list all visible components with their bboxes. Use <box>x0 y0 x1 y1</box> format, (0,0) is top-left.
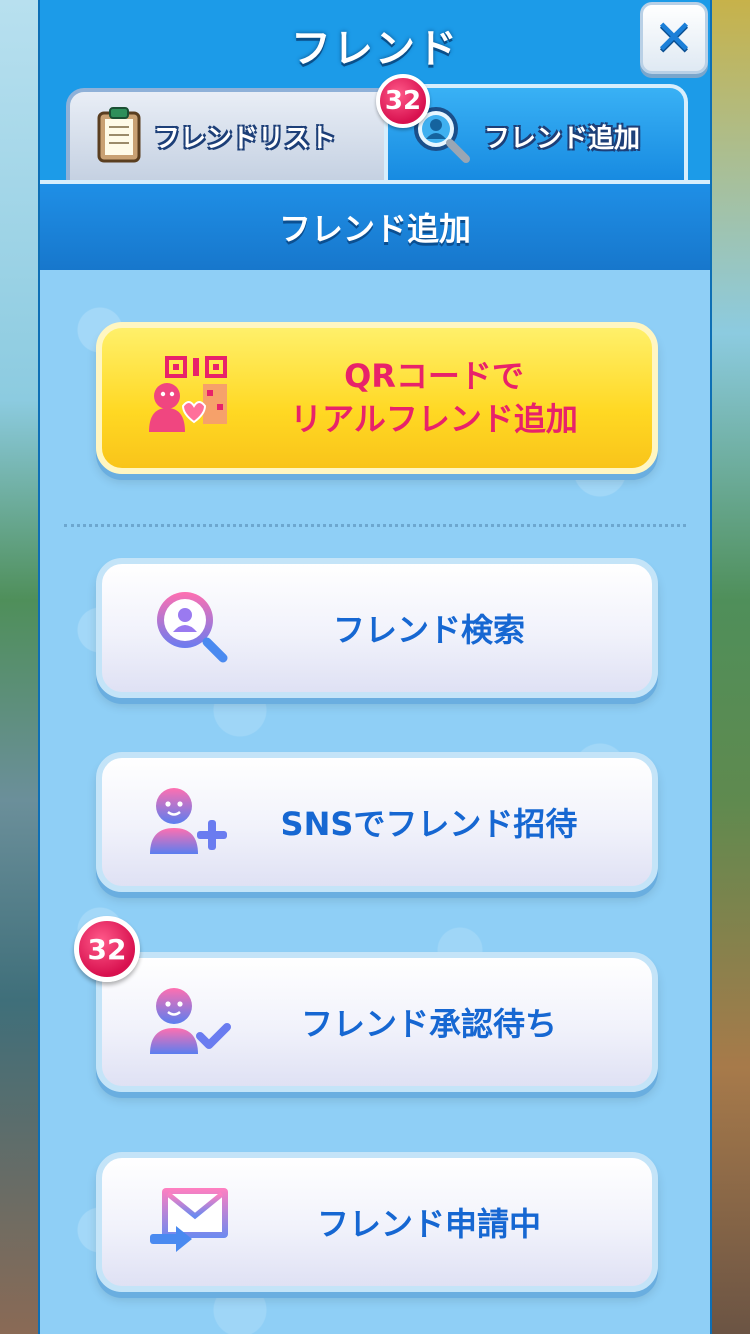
pending-icon-wrap <box>136 958 246 1086</box>
tab-friend-list-label: フレンドリスト <box>154 123 337 154</box>
pending-approval-label: フレンド承認待ち <box>300 1005 557 1043</box>
mail-send-icon <box>148 1184 234 1260</box>
sns-invite-button[interactable]: SNSでフレンド招待 <box>96 752 658 892</box>
tab-add-friend-label: フレンド追加 <box>484 123 641 154</box>
section-title: フレンド追加 <box>278 210 471 248</box>
close-icon: ✕ <box>653 10 695 66</box>
check-person-icon <box>148 984 234 1060</box>
pending-notification-badge: 32 <box>74 916 140 982</box>
panel-title: フレンド <box>291 26 459 72</box>
tab-notification-badge: 32 <box>376 74 430 128</box>
background-left-edge <box>0 0 40 1334</box>
friend-panel: フレンド ✕ フレンドリスト フレンド追加 32 フレンド追加 QRコードで リ… <box>38 0 712 1334</box>
friend-requested-button[interactable]: フレンド申請中 <box>96 1152 658 1292</box>
qr-icon-wrap <box>136 328 246 468</box>
friend-requested-label: フレンド申請中 <box>316 1205 541 1243</box>
search-person-icon <box>149 584 233 672</box>
invite-icon-wrap <box>136 758 246 886</box>
content-area: QRコードで リアルフレンド追加 フレンド検索 SNSでフレンド招待 フレンド承… <box>40 270 710 1334</box>
divider <box>64 524 686 527</box>
qr-label-line2: リアルフレンド追加 <box>290 400 578 438</box>
search-icon-wrap <box>136 564 246 692</box>
requested-icon-wrap <box>136 1158 246 1286</box>
section-header: フレンド追加 <box>40 180 710 270</box>
qr-label-line1: QRコードで <box>344 356 524 395</box>
pending-approval-button[interactable]: フレンド承認待ち <box>96 952 658 1092</box>
friend-search-button[interactable]: フレンド検索 <box>96 558 658 698</box>
sns-invite-label: SNSでフレンド招待 <box>280 805 578 843</box>
background-right-edge <box>710 0 750 1334</box>
add-person-icon <box>148 784 234 860</box>
qr-add-friend-button[interactable]: QRコードで リアルフレンド追加 <box>96 322 658 474</box>
qr-code-icon <box>145 354 237 442</box>
tab-friend-list[interactable]: フレンドリスト <box>66 88 396 180</box>
friend-search-label: フレンド検索 <box>332 611 525 649</box>
close-button[interactable]: ✕ <box>640 2 708 74</box>
qr-add-friend-label: QRコードで リアルフレンド追加 <box>246 355 652 441</box>
clipboard-icon <box>96 105 142 167</box>
